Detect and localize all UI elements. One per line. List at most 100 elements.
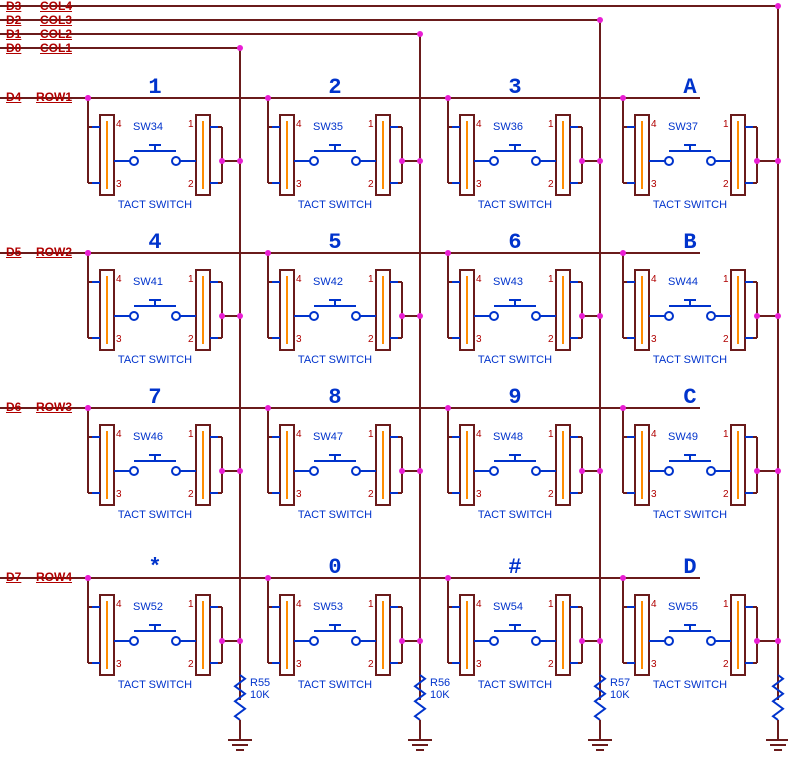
pin-4: 4 bbox=[476, 599, 482, 610]
tact-switch-label: TACT SWITCH bbox=[455, 354, 575, 366]
tact-switch-label: TACT SWITCH bbox=[95, 509, 215, 521]
pin-3: 3 bbox=[476, 489, 482, 500]
pin-3: 3 bbox=[296, 659, 302, 670]
pin-4: 4 bbox=[296, 429, 302, 440]
key-3: 3 bbox=[425, 75, 605, 100]
pin-2: 2 bbox=[548, 659, 554, 670]
ref-SW37: SW37 bbox=[668, 121, 698, 133]
pin-4: 4 bbox=[116, 119, 122, 130]
key-D: D bbox=[600, 555, 780, 580]
pin-2: 2 bbox=[548, 179, 554, 190]
key-7: 7 bbox=[65, 385, 245, 410]
key-2: 2 bbox=[245, 75, 425, 100]
pin-1: 1 bbox=[548, 274, 554, 285]
pin-1: 1 bbox=[548, 119, 554, 130]
pin-3: 3 bbox=[296, 489, 302, 500]
key-8: 8 bbox=[245, 385, 425, 410]
ref-SW54: SW54 bbox=[493, 601, 523, 613]
tact-switch-label: TACT SWITCH bbox=[455, 509, 575, 521]
pin-3: 3 bbox=[651, 334, 657, 345]
key-C: C bbox=[600, 385, 780, 410]
tact-switch-label: TACT SWITCH bbox=[275, 199, 395, 211]
pin-1: 1 bbox=[368, 119, 374, 130]
ref-SW48: SW48 bbox=[493, 431, 523, 443]
res-ref: R55 bbox=[250, 677, 270, 689]
key-4: 4 bbox=[65, 230, 245, 255]
row-pin-D6: D6 bbox=[6, 400, 21, 414]
pin-3: 3 bbox=[296, 334, 302, 345]
pin-4: 4 bbox=[476, 429, 482, 440]
pin-2: 2 bbox=[188, 179, 194, 190]
pin-1: 1 bbox=[368, 599, 374, 610]
pin-2: 2 bbox=[368, 179, 374, 190]
resistor-R55: R5510K bbox=[250, 677, 270, 701]
pin-4: 4 bbox=[116, 274, 122, 285]
pin-3: 3 bbox=[651, 179, 657, 190]
pin-4: 4 bbox=[651, 119, 657, 130]
pin-1: 1 bbox=[548, 429, 554, 440]
pin-4: 4 bbox=[296, 119, 302, 130]
net-pin-D3: D3 bbox=[6, 0, 21, 13]
pin-3: 3 bbox=[116, 489, 122, 500]
key-1: 1 bbox=[65, 75, 245, 100]
net-name-COL2: COL2 bbox=[40, 27, 72, 41]
pin-4: 4 bbox=[116, 429, 122, 440]
res-ref: R57 bbox=[610, 677, 630, 689]
pin-3: 3 bbox=[476, 179, 482, 190]
res-ref: R56 bbox=[430, 677, 450, 689]
pin-1: 1 bbox=[188, 274, 194, 285]
pin-2: 2 bbox=[368, 489, 374, 500]
ref-SW47: SW47 bbox=[313, 431, 343, 443]
pin-3: 3 bbox=[651, 659, 657, 670]
pin-2: 2 bbox=[723, 334, 729, 345]
net-name-COL4: COL4 bbox=[40, 0, 72, 13]
pin-1: 1 bbox=[548, 599, 554, 610]
pin-4: 4 bbox=[476, 274, 482, 285]
pin-3: 3 bbox=[116, 179, 122, 190]
ref-SW46: SW46 bbox=[133, 431, 163, 443]
tact-switch-label: TACT SWITCH bbox=[95, 354, 215, 366]
key-#: # bbox=[425, 555, 605, 580]
key-A: A bbox=[600, 75, 780, 100]
row-pin-D7: D7 bbox=[6, 570, 21, 584]
pin-1: 1 bbox=[723, 119, 729, 130]
ref-SW35: SW35 bbox=[313, 121, 343, 133]
pin-1: 1 bbox=[723, 429, 729, 440]
pin-2: 2 bbox=[723, 659, 729, 670]
pin-3: 3 bbox=[476, 659, 482, 670]
tact-switch-label: TACT SWITCH bbox=[630, 199, 750, 211]
pin-1: 1 bbox=[368, 429, 374, 440]
pin-4: 4 bbox=[296, 599, 302, 610]
pin-4: 4 bbox=[651, 274, 657, 285]
ref-SW36: SW36 bbox=[493, 121, 523, 133]
tact-switch-label: TACT SWITCH bbox=[630, 679, 750, 691]
pin-1: 1 bbox=[188, 599, 194, 610]
pin-2: 2 bbox=[368, 659, 374, 670]
pin-1: 1 bbox=[368, 274, 374, 285]
pin-2: 2 bbox=[548, 489, 554, 500]
pin-3: 3 bbox=[651, 489, 657, 500]
pin-4: 4 bbox=[476, 119, 482, 130]
resistor-R56: R5610K bbox=[430, 677, 450, 701]
ref-SW44: SW44 bbox=[668, 276, 698, 288]
key-5: 5 bbox=[245, 230, 425, 255]
pin-2: 2 bbox=[548, 334, 554, 345]
tact-switch-label: TACT SWITCH bbox=[95, 679, 215, 691]
pin-4: 4 bbox=[651, 599, 657, 610]
pin-1: 1 bbox=[723, 274, 729, 285]
ref-SW49: SW49 bbox=[668, 431, 698, 443]
res-val: 10K bbox=[250, 689, 270, 701]
tact-switch-label: TACT SWITCH bbox=[630, 354, 750, 366]
key-0: 0 bbox=[245, 555, 425, 580]
ref-SW53: SW53 bbox=[313, 601, 343, 613]
tact-switch-label: TACT SWITCH bbox=[275, 679, 395, 691]
tact-switch-label: TACT SWITCH bbox=[455, 679, 575, 691]
ref-SW42: SW42 bbox=[313, 276, 343, 288]
ref-SW52: SW52 bbox=[133, 601, 163, 613]
tact-switch-label: TACT SWITCH bbox=[455, 199, 575, 211]
tact-switch-label: TACT SWITCH bbox=[95, 199, 215, 211]
pin-4: 4 bbox=[651, 429, 657, 440]
pin-3: 3 bbox=[296, 179, 302, 190]
key-9: 9 bbox=[425, 385, 605, 410]
ref-SW43: SW43 bbox=[493, 276, 523, 288]
